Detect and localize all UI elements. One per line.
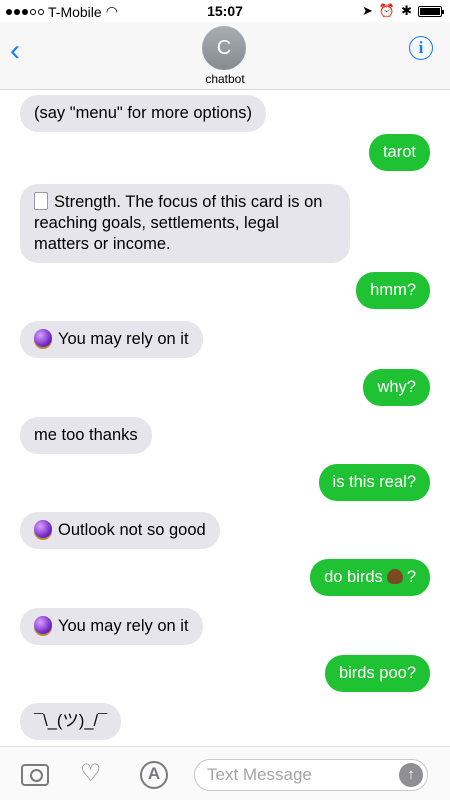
message-bubble-sent[interactable]: do birds? (310, 559, 430, 596)
message-text: hmm? (370, 281, 416, 299)
message-bubble-received[interactable]: You may rely on it (20, 321, 203, 358)
message-text: You may rely on it (58, 617, 189, 635)
status-bar: T-Mobile ◠ 15:07 ➤ ⏰ ✱ (0, 0, 450, 22)
message-text: do birds (324, 568, 383, 586)
message-thread[interactable]: (say "menu" for more options) tarot Stre… (0, 90, 450, 746)
message-bubble-sent[interactable]: hmm? (356, 272, 430, 309)
message-text: is this real? (332, 473, 416, 491)
tarot-card-icon (34, 192, 48, 210)
message-text: tarot (382, 143, 416, 161)
battery-icon (418, 5, 444, 17)
message-text: Strength. The focus of this card is on r… (34, 193, 323, 253)
crystal-ball-icon (34, 520, 52, 538)
contact-name[interactable]: chatbot (0, 72, 450, 86)
message-text: Outlook not so good (58, 521, 206, 539)
alarm-icon: ⏰ (378, 3, 396, 18)
bluetooth-icon: ✱ (401, 3, 412, 18)
camera-icon[interactable] (21, 764, 49, 786)
conversation-header: ‹ C chatbot i (0, 22, 450, 90)
message-text: ? (406, 568, 416, 586)
message-text: ¯\_(ツ)_/¯ (34, 712, 108, 730)
message-bubble-sent[interactable]: why? (363, 369, 430, 406)
status-icons: ➤ ⏰ ✱ (362, 3, 444, 19)
crystal-ball-icon (34, 616, 52, 634)
compose-toolbar: ♡ A ↑ (0, 746, 450, 800)
message-bubble-received[interactable]: ¯\_(ツ)_/¯ (20, 703, 122, 740)
message-bubble-sent[interactable]: tarot (368, 134, 430, 171)
message-bubble-received[interactable]: Strength. The focus of this card is on r… (20, 184, 350, 263)
message-bubble-received[interactable]: (say "menu" for more options) (20, 95, 267, 132)
message-bubble-received[interactable]: You may rely on it (20, 608, 203, 645)
message-text: me too thanks (34, 426, 138, 444)
info-button[interactable]: i (409, 36, 433, 60)
message-text: You may rely on it (58, 330, 189, 348)
pile-of-poo-icon (386, 569, 403, 584)
message-bubble-received[interactable]: me too thanks (20, 417, 152, 454)
message-input-container[interactable]: ↑ (194, 759, 428, 791)
message-bubble-sent[interactable]: birds poo? (324, 655, 430, 692)
location-icon: ➤ (362, 3, 373, 18)
back-chevron-icon[interactable]: ‹ (10, 36, 20, 66)
contact-avatar[interactable]: C (202, 26, 246, 70)
message-bubble-sent[interactable]: is this real? (318, 464, 430, 501)
message-bubble-received[interactable]: Outlook not so good (20, 512, 220, 549)
send-arrow-icon[interactable]: ↑ (399, 763, 423, 787)
message-text: birds poo? (338, 664, 416, 682)
message-input[interactable] (207, 763, 387, 787)
message-text: why? (377, 378, 416, 396)
digital-touch-icon[interactable]: ♡ (80, 761, 108, 787)
crystal-ball-icon (34, 329, 52, 347)
app-store-icon[interactable]: A (140, 761, 168, 789)
message-text: (say "menu" for more options) (34, 104, 253, 122)
